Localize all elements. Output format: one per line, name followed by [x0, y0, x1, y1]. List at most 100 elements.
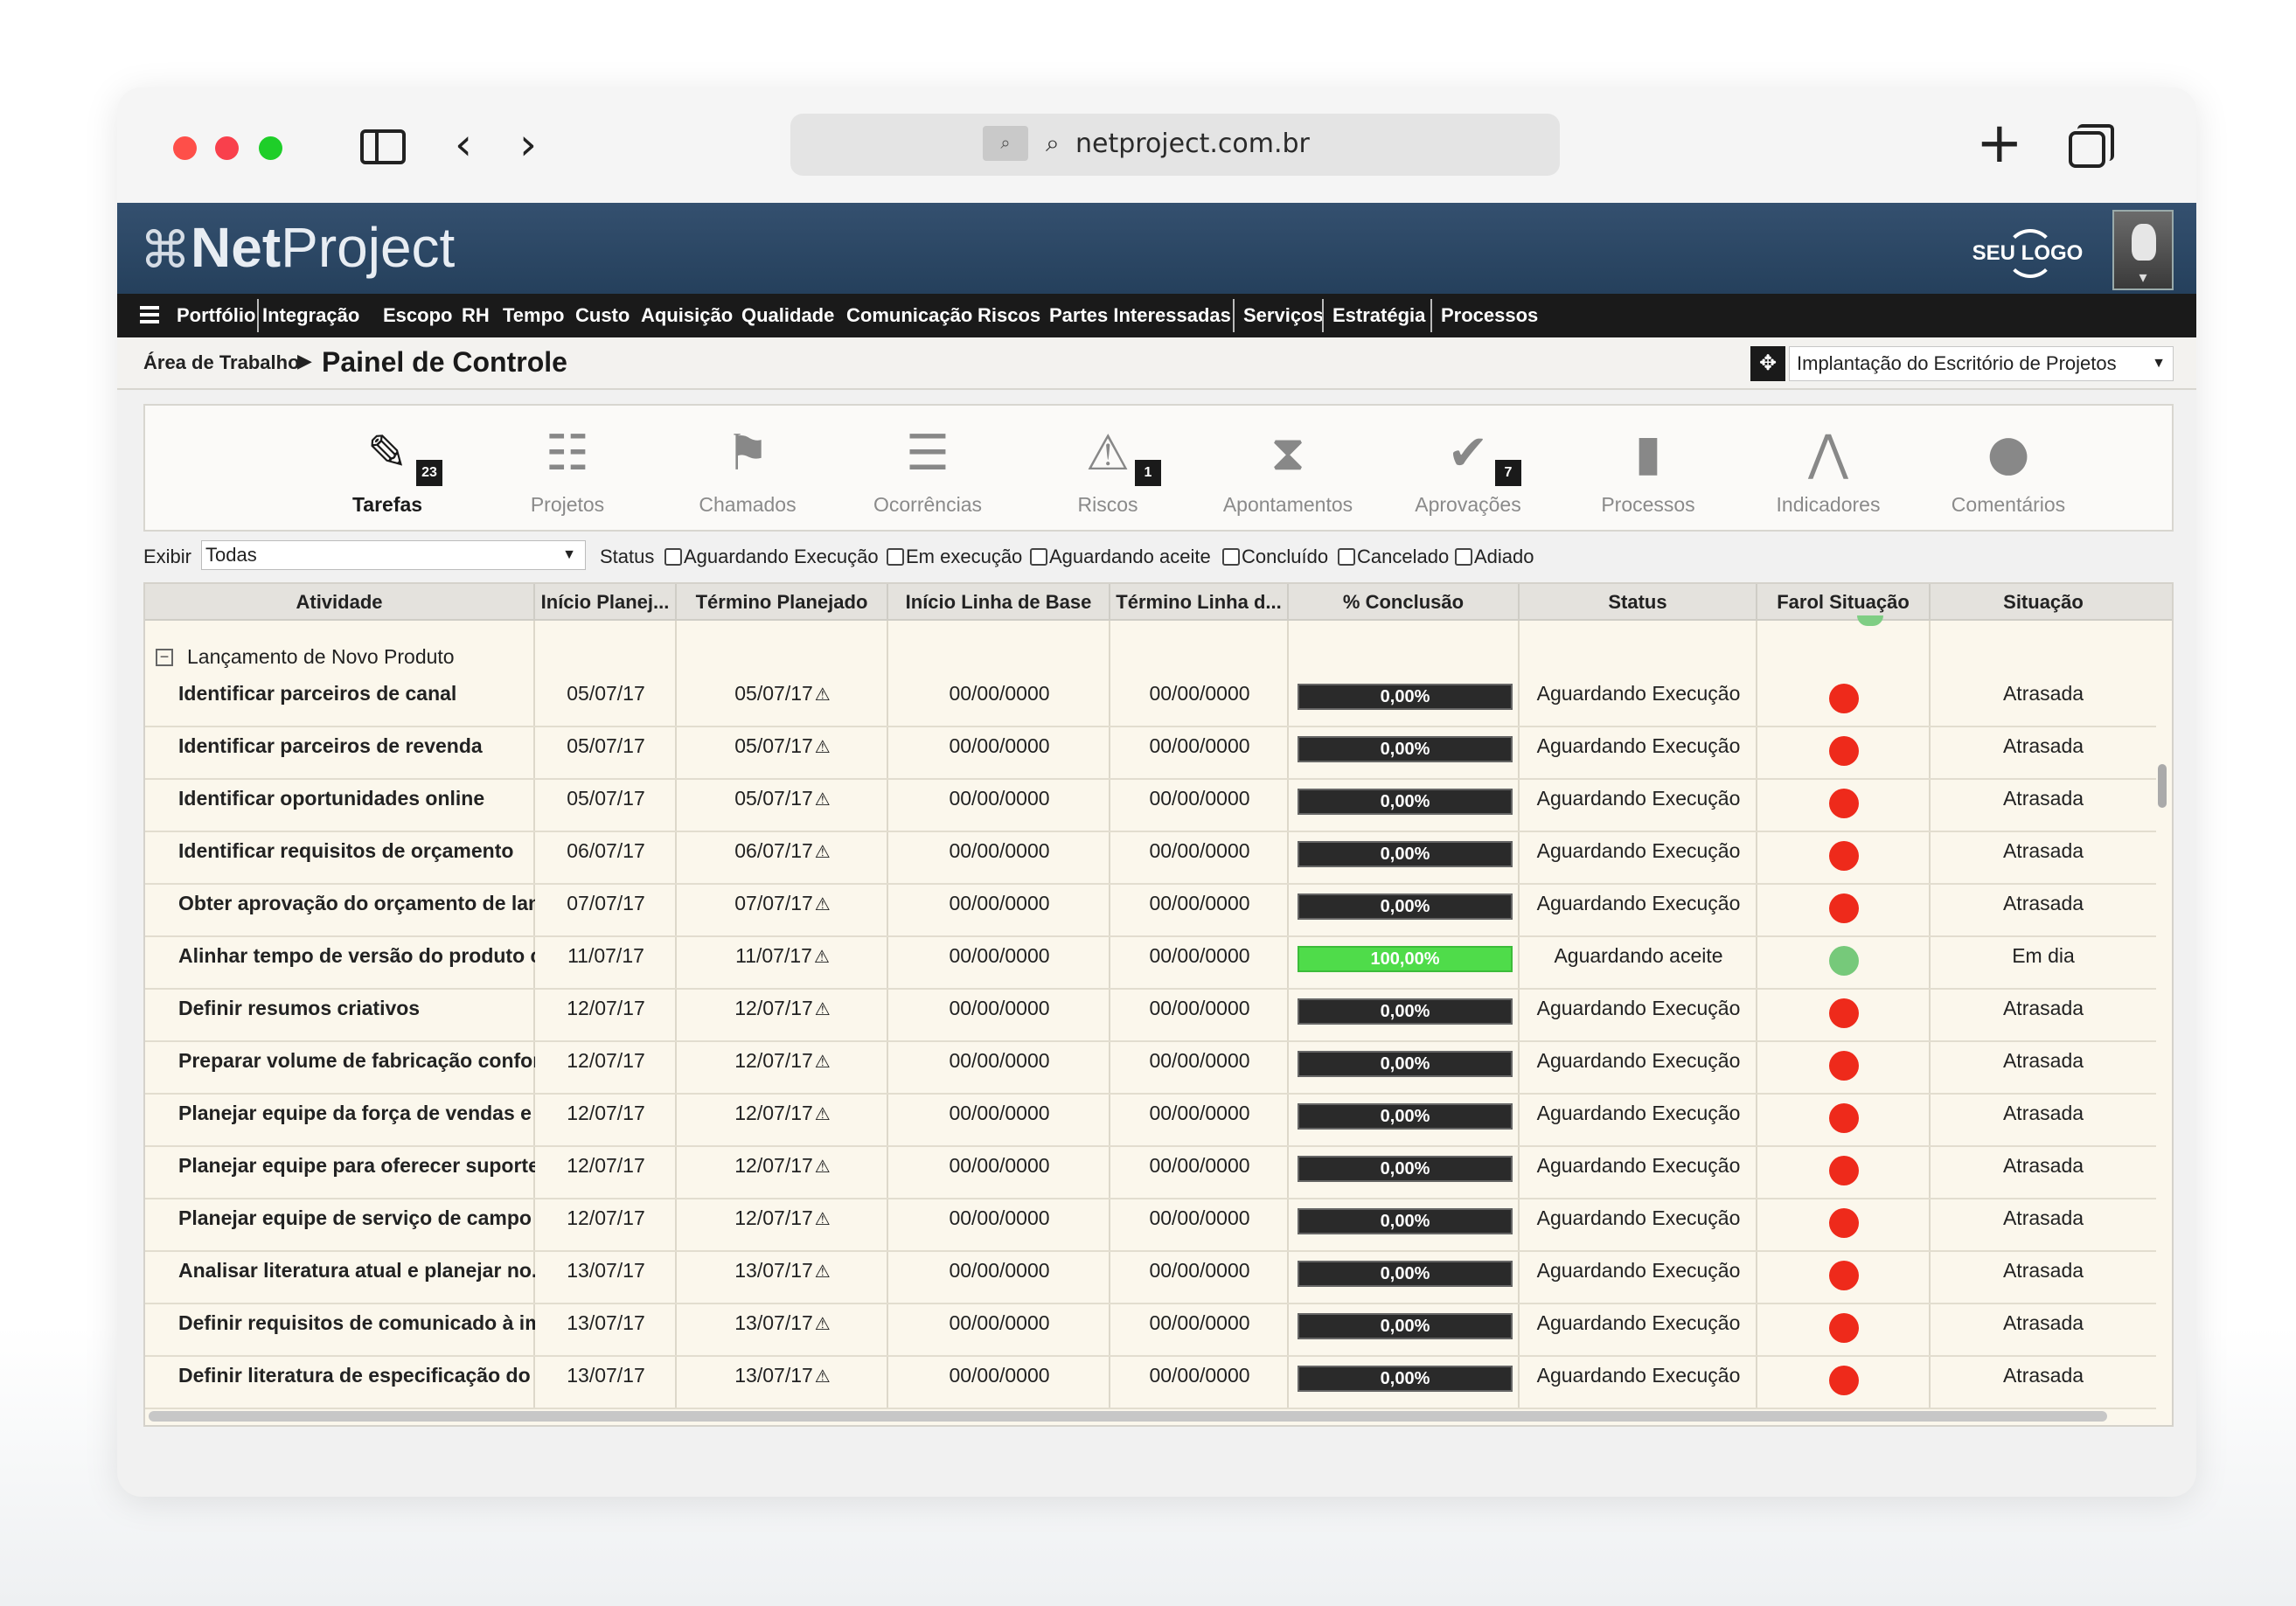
cell-atividade[interactable]: Identificar oportunidades online	[145, 780, 535, 832]
table-row[interactable]: Alinhar tempo de versão do produto c... 1…	[145, 937, 2156, 990]
table-row[interactable]: Planejar equipe de serviço de campo ... 1…	[145, 1199, 2156, 1252]
menu-item-qualidade[interactable]: Qualidade	[741, 294, 834, 337]
status-checkbox-adiado[interactable]: Adiado	[1455, 546, 1534, 568]
project-navigate-icon[interactable]: ✥	[1750, 346, 1785, 381]
column-header-farol-situacao[interactable]: Farol Situação	[1757, 584, 1931, 621]
status-checkbox-aguardando-aceite[interactable]: Aguardando aceite	[1030, 546, 1211, 568]
horizontal-scrollbar[interactable]	[149, 1411, 2107, 1422]
warning-icon: ⚠	[814, 1158, 831, 1177]
tool-aprovacoes[interactable]: ✔ 7 Aprovações	[1385, 406, 1551, 533]
project-select[interactable]: Implantação do Escritório de Projetos ▼	[1789, 346, 2174, 381]
column-header-situacao[interactable]: Situação	[1931, 584, 2156, 621]
menu-item-custo[interactable]: Custo	[575, 294, 630, 337]
netproject-logo[interactable]: NetProject	[191, 215, 455, 280]
tool-comentarios[interactable]: ● Comentários	[1925, 406, 2091, 533]
column-header-termino-planejado[interactable]: Término Planejado	[677, 584, 888, 621]
cell-atividade[interactable]: Definir resumos criativos	[145, 990, 535, 1042]
menu-item-tempo[interactable]: Tempo	[503, 294, 564, 337]
tool-processos[interactable]: ▮ Processos	[1565, 406, 1731, 533]
cell-termino-linha-base: 00/00/0000	[1149, 1049, 1250, 1072]
search-engine-icon[interactable]: ⌕	[983, 126, 1028, 161]
cell-atividade[interactable]: Identificar parceiros de revenda	[145, 727, 535, 780]
table-row[interactable]: Identificar oportunidades online 05/07/17…	[145, 780, 2156, 832]
column-header-status[interactable]: Status	[1520, 584, 1757, 621]
collapse-icon[interactable]: −	[156, 649, 173, 666]
cell-atividade[interactable]: Definir literatura de especificação do .…	[145, 1357, 535, 1409]
tool-chamados[interactable]: ⚑ Chamados	[664, 406, 831, 533]
minimize-window-button[interactable]	[215, 136, 239, 160]
avatar[interactable]	[2112, 210, 2174, 290]
table-row[interactable]: Identificar parceiros de revenda 05/07/17…	[145, 727, 2156, 780]
exibir-select[interactable]: Todas ▼	[201, 540, 586, 570]
warning-icon: ⚠	[814, 1000, 831, 1019]
back-icon[interactable]: ‹	[455, 122, 472, 166]
tool-tarefas[interactable]: ✎ 23 Tarefas	[304, 406, 470, 533]
menu-item-escopo[interactable]: Escopo	[383, 294, 452, 337]
table-row[interactable]: Definir resumos criativos 12/07/17 12/07/1…	[145, 990, 2156, 1042]
progress-bar: 0,00%	[1298, 1156, 1513, 1182]
menu-item-aquisicao[interactable]: Aquisição	[641, 294, 733, 337]
cell-atividade[interactable]: Alinhar tempo de versão do produto c...	[145, 937, 535, 990]
cell-situacao: Atrasada	[2002, 892, 2084, 914]
table-row[interactable]: Definir literatura de especificação do .…	[145, 1357, 2156, 1409]
forward-icon[interactable]: ›	[519, 122, 537, 166]
menu-icon[interactable]	[140, 306, 159, 325]
table-row[interactable]: Preparar volume de fabricação confor... 1…	[145, 1042, 2156, 1095]
tool-riscos[interactable]: ⚠ 1 Riscos	[1025, 406, 1191, 533]
list-icon: ☰	[905, 425, 950, 482]
menu-item-integracao[interactable]: Integração	[262, 294, 359, 337]
maximize-window-button[interactable]	[259, 136, 282, 160]
column-header-termino-linha-base[interactable]: Término Linha d...	[1110, 584, 1289, 621]
table-row[interactable]: Planejar equipe para oferecer suporte...…	[145, 1147, 2156, 1199]
sidebar-toggle-icon[interactable]	[360, 129, 406, 164]
tool-apontamentos[interactable]: ⧗ Apontamentos	[1205, 406, 1371, 533]
close-window-button[interactable]	[173, 136, 197, 160]
table-row[interactable]: Identificar requisitos de orçamento 06/07…	[145, 832, 2156, 885]
menu-item-processos[interactable]: Processos	[1441, 294, 1538, 337]
group-row[interactable]: − Lançamento de Novo Produto	[145, 638, 2156, 675]
menu-item-rh[interactable]: RH	[462, 294, 490, 337]
table-row[interactable]: Identificar parceiros de canal 05/07/17 05…	[145, 675, 2156, 727]
cell-atividade[interactable]: Preparar volume de fabricação confor...	[145, 1042, 535, 1095]
cell-atividade[interactable]: Planejar equipe de serviço de campo ...	[145, 1199, 535, 1252]
cell-atividade[interactable]: Definir requisitos de comunicado à im...	[145, 1304, 535, 1357]
status-checkbox-concluido[interactable]: Concluído	[1222, 546, 1328, 568]
table-row[interactable]: Obter aprovação do orçamento de lan... 07…	[145, 885, 2156, 937]
cell-atividade[interactable]: Identificar requisitos de orçamento	[145, 832, 535, 885]
table-row[interactable]: Analisar literatura atual e planejar no.…	[145, 1252, 2156, 1304]
cell-atividade[interactable]: Planejar equipe para oferecer suporte...	[145, 1147, 535, 1199]
menu-item-comunicacao[interactable]: Comunicação	[846, 294, 972, 337]
menu-item-servicos[interactable]: Serviços	[1243, 294, 1324, 337]
table-row[interactable]: Planejar equipe da força de vendas e ...…	[145, 1095, 2156, 1147]
tool-ocorrencias[interactable]: ☰ Ocorrências	[845, 406, 1011, 533]
menu-item-estrategia[interactable]: Estratégia	[1332, 294, 1425, 337]
column-header-inicio-planejado[interactable]: Início Planej...	[535, 584, 677, 621]
column-header-conclusao[interactable]: % Conclusão	[1289, 584, 1520, 621]
breadcrumb-home[interactable]: Área de Trabalho	[143, 351, 300, 374]
cell-atividade[interactable]: Identificar parceiros de canal	[145, 675, 535, 727]
column-header-atividade[interactable]: Atividade	[145, 584, 535, 621]
tool-indicadores[interactable]: ⋀ Indicadores	[1745, 406, 1911, 533]
cell-atividade[interactable]: Obter aprovação do orçamento de lan...	[145, 885, 535, 937]
tabs-overview-icon[interactable]	[2069, 124, 2114, 168]
table-row[interactable]: Definir requisitos de comunicado à im...…	[145, 1304, 2156, 1357]
cell-termino-planejado: 12/07/17 ⚠	[734, 997, 831, 1019]
status-checkbox-aguardando-execucao[interactable]: Aguardando Execução	[664, 546, 879, 568]
menu-item-riscos[interactable]: Riscos	[978, 294, 1040, 337]
column-header-inicio-linha-base[interactable]: Início Linha de Base	[888, 584, 1110, 621]
address-bar[interactable]: ⌕ ⌕ netproject.com.br	[790, 114, 1560, 176]
indicators-icon: ⋀	[1808, 425, 1848, 482]
menu-item-partes-interessadas[interactable]: Partes Interessadas	[1049, 294, 1231, 337]
vertical-scrollbar[interactable]	[2158, 764, 2167, 808]
status-checkbox-cancelado[interactable]: Cancelado	[1338, 546, 1449, 568]
cell-conclusao: 0,00%	[1289, 1252, 1520, 1304]
status-checkbox-em-execucao[interactable]: Em execução	[887, 546, 1022, 568]
tool-projetos[interactable]: ☷ Projetos	[484, 406, 651, 533]
new-tab-icon[interactable]: +	[1976, 115, 2023, 171]
cell-atividade[interactable]: Planejar equipe da força de vendas e ...	[145, 1095, 535, 1147]
cell-inicio-linha-base: 00/00/0000	[949, 892, 1050, 914]
cell-atividade[interactable]: Analisar literatura atual e planejar no.…	[145, 1252, 535, 1304]
status-label: Status	[600, 546, 655, 567]
menu-item-portfolio[interactable]: Portfólio	[177, 294, 255, 337]
status-light	[1857, 615, 1883, 626]
